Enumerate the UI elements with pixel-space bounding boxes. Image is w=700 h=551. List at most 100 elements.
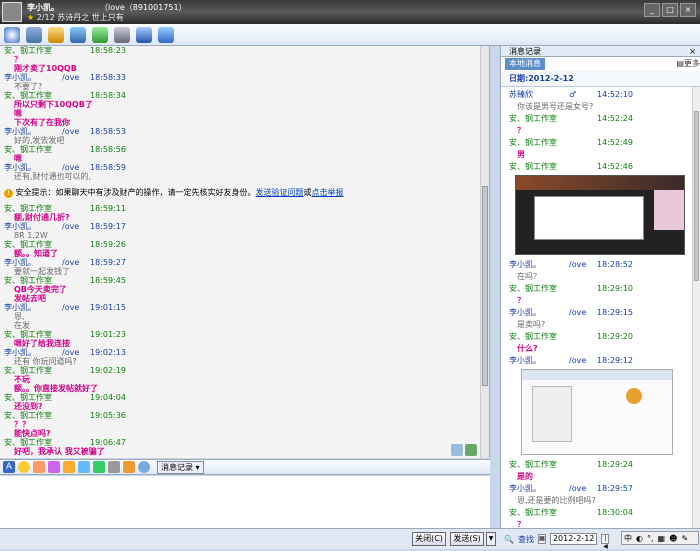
sender-name[interactable]: 安、钢工作室 [509,507,569,519]
sender-name[interactable]: 李小凯。 [4,73,62,82]
warning-icon: ! [4,189,13,198]
message-text: 恩,还是要的比例吧吗? [517,496,596,505]
history-date-input[interactable]: 2012-2-12 [549,533,598,545]
video-call-icon[interactable] [4,26,20,43]
shared-screenshot-1[interactable] [515,175,685,255]
image-icon[interactable] [78,461,90,473]
sender-name[interactable]: 安、钢工作室 [509,137,569,149]
moon-icon[interactable]: ◐ [636,534,643,543]
sender-name[interactable]: 安、钢工作室 [4,366,62,375]
emoji-icon[interactable] [18,461,30,473]
file-transfer-icon[interactable] [48,26,64,43]
voice-call-icon[interactable] [26,26,42,43]
sms-icon[interactable] [92,26,108,43]
message-time: 19:01:15 [90,303,126,312]
history-title: 消息记录 [509,47,541,56]
sender-name[interactable]: 李小凯。 [4,258,62,267]
safety-or: 或 [303,188,312,197]
history-date: 日期:2012-2-12 [501,71,700,87]
screenshot-icon[interactable] [108,461,120,473]
mail-icon[interactable] [70,26,86,43]
message-time: 19:06:47 [90,438,126,447]
sender-name[interactable]: 安、钢工作室 [4,330,62,339]
message-input[interactable] [0,476,490,528]
sender-name[interactable]: 李小凯。 [509,483,569,495]
close-history-icon[interactable]: × [689,46,696,57]
message-text: 8R 1.2W [14,231,48,240]
message-time: 14:52:49 [597,138,633,147]
contact-avatar[interactable] [2,2,22,22]
message-text: 刚才卖了10QQB [14,64,77,73]
user-icon[interactable]: ☻ [669,534,677,543]
sender-name[interactable]: 李小凯。 [509,307,569,319]
expand-icon[interactable] [451,444,463,456]
sender-name[interactable]: 安、钢工作室 [4,204,62,213]
message-time: 18:59:11 [90,204,126,213]
message-text: 嗯好了给我连接 [14,339,70,348]
send-button[interactable]: 发送(S) [450,532,484,546]
maximize-button[interactable]: □ [662,3,678,17]
message-text: ？ [517,520,525,528]
punct-icon[interactable]: °, [647,534,654,543]
gift-icon[interactable] [63,461,75,473]
more-icon[interactable] [138,461,150,473]
sender-name[interactable]: 苏臻欣 [509,89,569,101]
chat-scrollbar[interactable] [480,46,489,458]
sender-name[interactable]: 安、钢工作室 [4,240,62,249]
find-icon[interactable]: 🔍 [504,535,514,544]
close-window-button[interactable]: × [680,3,696,17]
send-verification-link[interactable]: 发送验证问题 [256,188,304,197]
report-link[interactable]: 点击举报 [312,188,344,197]
sender-name[interactable]: 李小凯。 [4,348,62,357]
tool-icon[interactable]: ✎ [681,534,688,543]
sender-name[interactable]: 李小凯。 [4,303,62,312]
font-icon[interactable]: A [3,461,15,473]
music-icon[interactable] [93,461,105,473]
sender-name[interactable]: 李小凯。 [509,259,569,271]
shake-icon[interactable] [48,461,60,473]
sender-name[interactable]: 安、钢工作室 [509,283,569,295]
sender-name[interactable]: 李小凯。 [4,163,62,172]
sender-name[interactable]: 李小凯。 [509,355,569,367]
ime-label[interactable]: 中 [624,533,632,544]
more-label: 更多 [684,59,700,68]
tab-local-messages[interactable]: 本地消息 [505,58,545,70]
scissors-icon[interactable] [123,461,135,473]
sender-name[interactable]: 安、钢工作室 [4,46,62,55]
message-time: 18:58:53 [90,127,126,136]
chat-scroll-thumb[interactable] [482,186,488,386]
more-history-link[interactable]: ▤更多 [676,58,700,69]
minimize-button[interactable]: _ [644,3,660,17]
calendar-icon[interactable]: ▦ [537,534,546,544]
send-options-button[interactable]: ▼ [486,532,496,546]
message-history-button[interactable]: 消息记录 ▾ [157,460,204,474]
close-button[interactable]: 关闭(C) [412,532,446,546]
sender-name[interactable]: 安、钢工作室 [509,113,569,125]
first-page-icon[interactable]: |◀ [601,534,610,550]
shared-screenshot-2[interactable] [521,369,673,455]
apps-icon[interactable] [158,26,174,43]
message-text: ？ [517,296,525,305]
remote-assist-icon[interactable] [114,26,130,43]
message-header: 安、钢工作室 18:29:20 [509,331,692,343]
sender-name[interactable]: 安、钢工作室 [4,91,62,100]
sender-name[interactable]: 安、钢工作室 [4,393,62,402]
history-header: 消息记录 × [501,46,700,57]
message-text: 能快点吗? [14,429,51,438]
history-scrollbar[interactable] [692,87,700,528]
magic-emoticon-icon[interactable] [33,461,45,473]
sender-name[interactable]: 李小凯。 [4,127,62,136]
history-scroll-thumb[interactable] [694,111,699,281]
create-group-icon[interactable] [136,26,152,43]
sender-name[interactable]: 安、钢工作室 [4,411,62,420]
sender-name[interactable]: 安、钢工作室 [509,459,569,471]
sender-name[interactable]: 安、钢工作室 [4,276,62,285]
sender-name[interactable]: 安、钢工作室 [4,145,62,154]
sender-name[interactable]: 李小凯。 [4,222,62,231]
sender-name[interactable]: 安、钢工作室 [4,438,62,447]
keyboard-icon[interactable]: ▦ [658,534,666,543]
layout-icon[interactable] [465,444,477,456]
find-label[interactable]: 查找 [518,534,534,545]
sender-name[interactable]: 安、钢工作室 [509,161,569,173]
sender-name[interactable]: 安、钢工作室 [509,331,569,343]
